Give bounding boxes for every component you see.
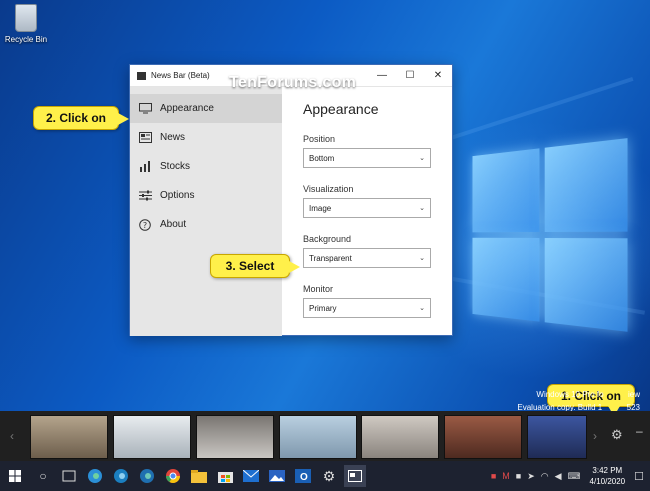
- news-thumbnail[interactable]: [279, 415, 357, 459]
- sidebar-item-label: Appearance: [160, 103, 214, 114]
- svg-text:O: O: [300, 472, 308, 483]
- store-icon[interactable]: [214, 465, 236, 487]
- news-thumbnail[interactable]: [113, 415, 191, 459]
- file-explorer-icon[interactable]: [188, 465, 210, 487]
- chevron-right-icon[interactable]: ›: [593, 429, 597, 443]
- sidebar-item-appearance[interactable]: Appearance: [130, 94, 282, 123]
- taskbar: ○ O ⚙ ■ M ■ ➤ ◠ ◀ ⌨ 3:42 PM 4/10/2020 ☐: [0, 461, 650, 491]
- gmail-icon[interactable]: M: [502, 471, 510, 481]
- sliders-icon: [138, 190, 152, 202]
- volume-icon[interactable]: ◀: [555, 471, 562, 482]
- news-thumbnail[interactable]: [444, 415, 522, 459]
- news-bar-app-icon[interactable]: [344, 465, 366, 487]
- monitor-dropdown[interactable]: Primary ⌄: [303, 298, 431, 318]
- callout-step-2: 2. Click on: [33, 106, 129, 130]
- edge-icon[interactable]: [84, 465, 106, 487]
- tray-app-icon-red[interactable]: ■: [491, 471, 496, 481]
- task-view-icon[interactable]: [58, 465, 80, 487]
- sidebar-item-label: About: [160, 219, 187, 230]
- minimize-newsbar-button[interactable]: –: [636, 424, 643, 438]
- chevron-left-icon[interactable]: ‹: [10, 429, 14, 443]
- dropdown-value: Image: [309, 203, 332, 213]
- clock-date: 4/10/2020: [589, 477, 626, 486]
- gear-icon[interactable]: ⚙: [611, 427, 623, 443]
- position-label: Position: [303, 134, 336, 144]
- start-button[interactable]: [0, 470, 30, 482]
- sidebar-item-label: Options: [160, 190, 195, 201]
- send-icon[interactable]: ➤: [527, 471, 535, 482]
- search-icon[interactable]: ○: [32, 465, 54, 487]
- sidebar-item-about[interactable]: ? About: [130, 210, 282, 239]
- page-title: Appearance: [303, 101, 379, 117]
- monitor-icon: [138, 103, 152, 115]
- edge-beta-icon[interactable]: [110, 465, 132, 487]
- background-label: Background: [303, 234, 352, 244]
- sidebar-item-stocks[interactable]: Stocks: [130, 152, 282, 181]
- app-icon: [137, 71, 146, 80]
- keyboard-icon[interactable]: ⌨: [568, 471, 581, 482]
- settings-content: Appearance Position Bottom ⌄ Visualizati…: [282, 87, 452, 336]
- dropdown-value: Primary: [309, 303, 337, 313]
- edge-dev-icon[interactable]: [136, 465, 158, 487]
- clock[interactable]: 3:42 PM 4/10/2020: [590, 465, 626, 487]
- news-thumbnail[interactable]: [30, 415, 108, 459]
- question-icon: ?: [138, 218, 152, 231]
- maximize-button[interactable]: ☐: [396, 65, 424, 87]
- notification-icon[interactable]: ☐: [634, 470, 644, 483]
- clock-time: 3:42 PM: [592, 466, 623, 475]
- news-thumbnail[interactable]: [527, 415, 587, 459]
- monitor-label: Monitor: [303, 284, 334, 294]
- chevron-down-icon: ⌄: [419, 155, 425, 162]
- sidebar-item-options[interactable]: Options: [130, 181, 282, 210]
- dropdown-value: Bottom: [309, 153, 335, 163]
- visualization-label: Visualization: [303, 184, 354, 194]
- chevron-down-icon: ⌄: [419, 205, 425, 212]
- news-thumbnail[interactable]: [361, 415, 439, 459]
- recycle-bin-icon: [15, 4, 37, 32]
- watermark: TenForums.com: [229, 74, 357, 91]
- sidebar-item-label: Stocks: [160, 161, 191, 172]
- outlook-icon[interactable]: O: [292, 465, 314, 487]
- wifi-icon[interactable]: ◠: [541, 471, 549, 482]
- news-thumbnail[interactable]: [196, 415, 274, 459]
- svg-text:?: ?: [143, 221, 147, 230]
- minimize-button[interactable]: —: [368, 65, 396, 87]
- newspaper-icon: [138, 132, 152, 144]
- photos-icon[interactable]: [266, 465, 288, 487]
- eval-line-1: Windows 10 Pro fo: [536, 390, 604, 399]
- tray-app-icon[interactable]: ■: [516, 471, 521, 481]
- settings-gear-icon[interactable]: ⚙: [318, 465, 340, 487]
- background-dropdown[interactable]: Transparent ⌄: [303, 248, 431, 268]
- bar-chart-icon: [138, 161, 152, 173]
- windows-logo: [472, 138, 628, 333]
- chrome-icon[interactable]: [162, 465, 184, 487]
- dropdown-value: Transparent: [309, 253, 352, 263]
- eval-line-1-suffix: iew: [627, 390, 640, 399]
- settings-sidebar: Appearance News Stocks Options ? About: [130, 87, 282, 336]
- recycle-bin-desktop-icon[interactable]: Recycle Bin: [4, 4, 48, 44]
- sidebar-item-label: News: [160, 132, 186, 143]
- windows-start-icon: [9, 470, 21, 482]
- visualization-dropdown[interactable]: Image ⌄: [303, 198, 431, 218]
- position-dropdown[interactable]: Bottom ⌄: [303, 148, 431, 168]
- chevron-down-icon: ⌄: [419, 255, 425, 262]
- callout-step-3: 3. Select: [210, 254, 300, 278]
- system-tray: ■ M ■ ➤ ◠ ◀ ⌨ 3:42 PM 4/10/2020 ☐: [488, 461, 650, 491]
- sidebar-item-news[interactable]: News: [130, 123, 282, 152]
- close-button[interactable]: ✕: [424, 65, 452, 87]
- recycle-bin-label: Recycle Bin: [4, 35, 48, 44]
- news-bar: ‹ › ⚙ –: [0, 411, 650, 461]
- news-bar-settings-window: News Bar (Beta) — ☐ ✕ Appearance News St…: [129, 64, 453, 336]
- mail-icon[interactable]: [240, 465, 262, 487]
- chevron-down-icon: ⌄: [419, 305, 425, 312]
